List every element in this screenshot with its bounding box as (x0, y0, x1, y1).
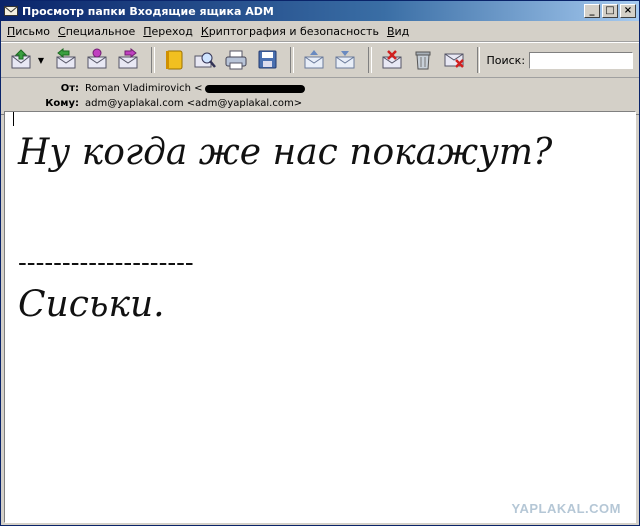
toolbar: ▼ Поиск: (1, 42, 639, 78)
message-line-2: Сиськи. (18, 284, 165, 325)
previous-message-button[interactable] (300, 46, 328, 74)
from-row: От: Roman Vladimirovich < (1, 81, 639, 96)
chevron-down-icon[interactable]: ▼ (38, 56, 46, 65)
minimize-button[interactable]: _ (584, 4, 600, 18)
save-icon (258, 50, 277, 69)
watermark: YAPLAKAL.COM (511, 501, 621, 516)
mail-reply-icon (56, 48, 76, 69)
search-input[interactable] (529, 51, 634, 69)
mark-delete-button[interactable] (378, 46, 406, 74)
to-value[interactable]: adm@yaplakal.com <adm@yaplakal.com> (85, 98, 302, 109)
close-icon: × (623, 5, 633, 16)
toolbar-separator (290, 47, 295, 73)
envelope-icon (4, 5, 18, 17)
forward-button[interactable] (114, 46, 142, 74)
trash-icon (415, 51, 431, 70)
close-button[interactable]: × (620, 4, 636, 18)
window-title: Просмотр папки Входящие ящика ADM (22, 4, 274, 18)
message-body[interactable]: Ну когда же нас покажут? ---------------… (4, 111, 636, 523)
from-value[interactable]: Roman Vladimirovich < (85, 83, 203, 94)
menu-item-letter[interactable]: Письмо (7, 25, 50, 38)
maximize-button[interactable]: □ (602, 4, 618, 18)
message-headers: От: Roman Vladimirovich < Кому: adm@yapl… (1, 78, 639, 115)
junk-icon (444, 53, 464, 68)
redaction-mark (204, 84, 305, 93)
mail-viewer-window: Просмотр папки Входящие ящика ADM _ □ × … (0, 0, 640, 526)
toolbar-separator (367, 47, 372, 73)
minimize-icon: _ (589, 5, 595, 16)
find-icon (194, 52, 217, 68)
to-label: Кому: (45, 98, 79, 109)
get-mail-button[interactable] (7, 46, 35, 74)
mail-forward-icon (118, 48, 138, 69)
move-down-icon (335, 51, 355, 69)
save-button[interactable] (253, 46, 281, 74)
address-book-icon (166, 50, 183, 70)
message-divider: -------------------- (18, 248, 194, 278)
find-button[interactable] (191, 46, 219, 74)
from-label: От: (60, 83, 79, 94)
mail-get-icon (11, 49, 31, 69)
print-button[interactable] (222, 46, 250, 74)
address-book-button[interactable] (161, 46, 189, 74)
reply-all-button[interactable] (83, 46, 111, 74)
toolbar-separator (150, 47, 155, 73)
menu-bar: Письмо Специальное Переход Криптография … (1, 21, 639, 42)
move-up-icon (304, 50, 324, 69)
toolbar-separator (476, 47, 481, 73)
delete-mark-icon (382, 50, 402, 69)
message-line-1: Ну когда же нас покажут? (18, 132, 553, 173)
print-icon (225, 50, 247, 70)
junk-button[interactable] (440, 46, 468, 74)
title-bar[interactable]: Просмотр папки Входящие ящика ADM _ □ × (1, 1, 639, 21)
maximize-icon: □ (605, 5, 615, 16)
search-label: Поиск: (486, 53, 526, 67)
menu-item-view[interactable]: Вид (387, 25, 409, 38)
text-caret (13, 112, 14, 126)
to-row: Кому: adm@yaplakal.com <adm@yaplakal.com… (1, 96, 639, 111)
mail-reply-all-icon (87, 48, 107, 69)
menu-item-special[interactable]: Специальное (58, 25, 135, 38)
next-message-button[interactable] (331, 46, 359, 74)
trash-button[interactable] (409, 46, 437, 74)
reply-button[interactable] (52, 46, 80, 74)
menu-item-go[interactable]: Переход (143, 25, 193, 38)
menu-item-crypto[interactable]: Криптография и безопасность (201, 25, 379, 38)
